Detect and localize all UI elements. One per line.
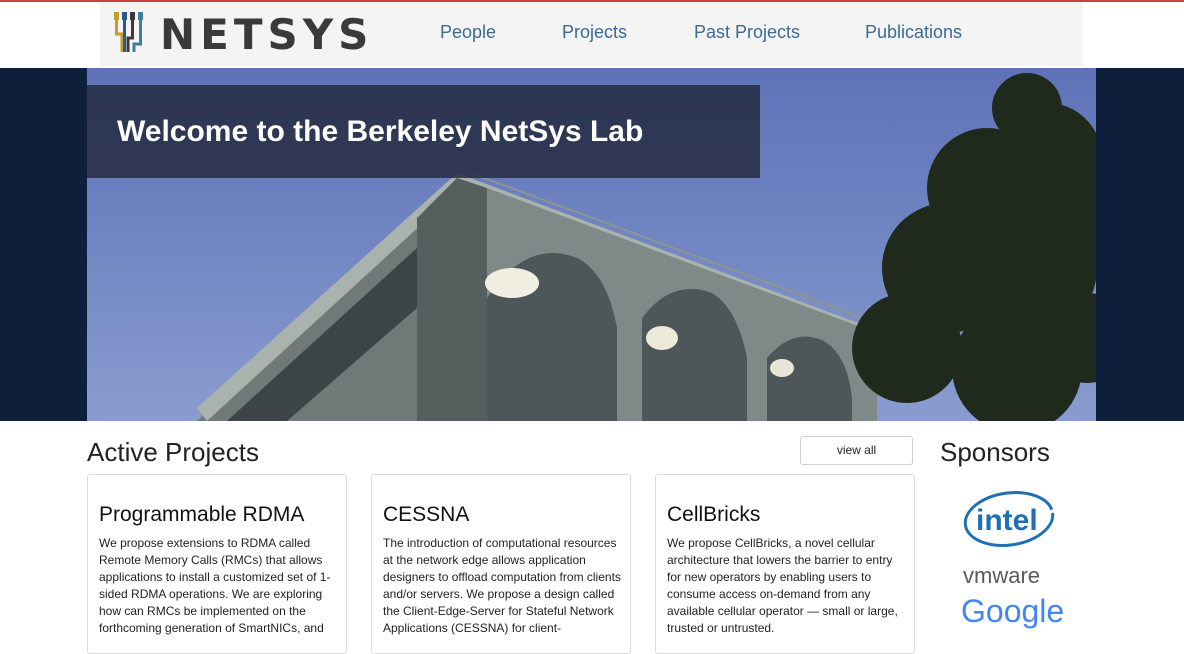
svg-text:vmware: vmware bbox=[963, 563, 1040, 588]
vmware-logo[interactable]: vmware bbox=[962, 562, 1062, 593]
svg-text:Google: Google bbox=[961, 593, 1064, 629]
logo-wordmark: NETSYS bbox=[160, 10, 374, 59]
project-card-description: We propose extensions to RDMA called Rem… bbox=[99, 536, 331, 635]
project-card[interactable]: CESSNA The introduction of computational… bbox=[371, 474, 631, 654]
nav-publications[interactable]: Publications bbox=[865, 22, 962, 43]
project-card[interactable]: CellBricks We propose CellBricks, a nove… bbox=[655, 474, 915, 654]
sponsors-heading: Sponsors bbox=[940, 437, 1050, 467]
view-all-button[interactable]: view all bbox=[800, 436, 913, 465]
nav-past-projects[interactable]: Past Projects bbox=[694, 22, 800, 43]
project-card[interactable]: Programmable RDMA We propose extensions … bbox=[87, 474, 347, 654]
welcome-heading: Welcome to the Berkeley NetSys Lab bbox=[117, 115, 644, 148]
project-card-description: The introduction of computational resour… bbox=[383, 536, 621, 635]
active-projects-heading: Active Projects bbox=[87, 437, 259, 467]
project-card-title[interactable]: Programmable RDMA bbox=[99, 503, 304, 527]
intel-logo[interactable]: intel bbox=[962, 488, 1060, 555]
project-card-title[interactable]: CESSNA bbox=[383, 503, 469, 527]
nav-projects[interactable]: Projects bbox=[562, 22, 627, 43]
netsys-logo[interactable]: NETSYS bbox=[112, 8, 368, 59]
svg-text:intel: intel bbox=[976, 504, 1038, 537]
navbar: NETSYS People Projects Past Projects Pub… bbox=[100, 2, 1083, 66]
project-card-title[interactable]: CellBricks bbox=[667, 503, 760, 527]
project-card-description: We propose CellBricks, a novel cellular … bbox=[667, 536, 898, 635]
google-logo[interactable]: Google bbox=[960, 590, 1064, 635]
cable-connectors-icon bbox=[114, 12, 143, 52]
nav-people[interactable]: People bbox=[440, 22, 496, 43]
welcome-banner: Welcome to the Berkeley NetSys Lab bbox=[87, 85, 760, 178]
